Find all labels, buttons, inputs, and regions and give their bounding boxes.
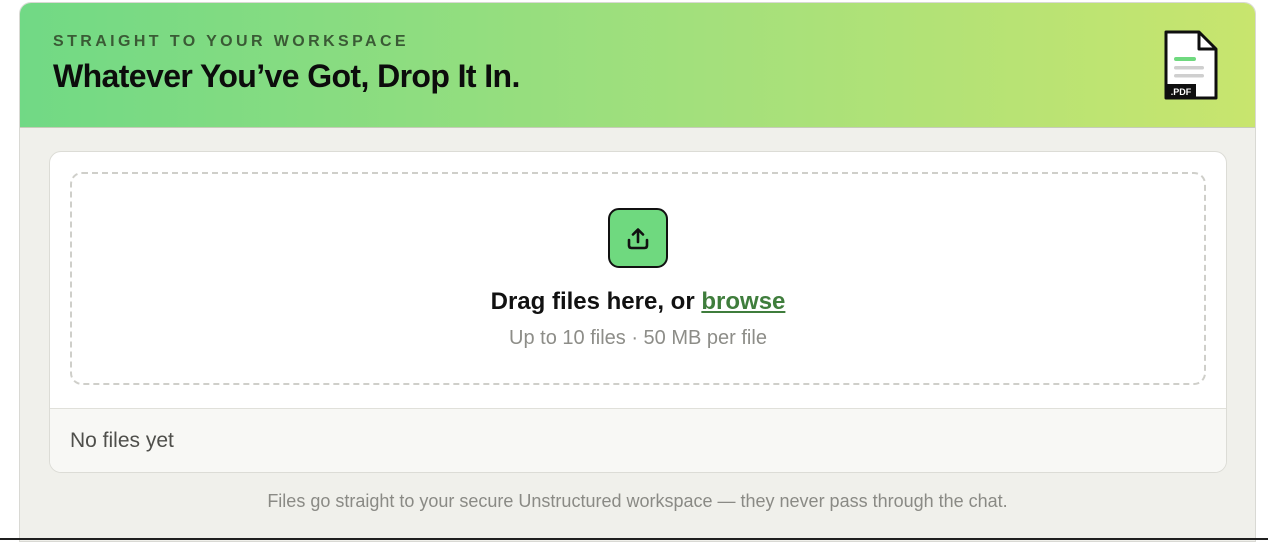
- upload-limits: Up to 10 files · 50 MB per file: [72, 327, 1204, 350]
- file-dropzone[interactable]: Drag files here, or browse Up to 10 file…: [70, 172, 1206, 385]
- upload-panel: Drag files here, or browse Up to 10 file…: [49, 151, 1227, 473]
- pdf-icon-label: .PDF: [1171, 87, 1192, 97]
- pdf-file-icon: .PDF: [1163, 29, 1219, 101]
- empty-file-list-text: No files yet: [70, 429, 174, 453]
- header-eyebrow: STRAIGHT TO YOUR WORKSPACE: [53, 33, 409, 51]
- security-note: Files go straight to your secure Unstruc…: [20, 491, 1255, 512]
- card-header: STRAIGHT TO YOUR WORKSPACE Whatever You’…: [20, 3, 1255, 128]
- file-list: No files yet: [50, 408, 1226, 473]
- drag-instructions: Drag files here, or browse: [72, 288, 1204, 316]
- upload-button[interactable]: [608, 208, 668, 268]
- upload-card: STRAIGHT TO YOUR WORKSPACE Whatever You’…: [19, 2, 1256, 542]
- upload-icon: [624, 224, 652, 252]
- header-title: Whatever You’ve Got, Drop It In.: [53, 58, 520, 95]
- drag-text: Drag files here, or: [491, 288, 702, 315]
- browse-link[interactable]: browse: [701, 288, 785, 315]
